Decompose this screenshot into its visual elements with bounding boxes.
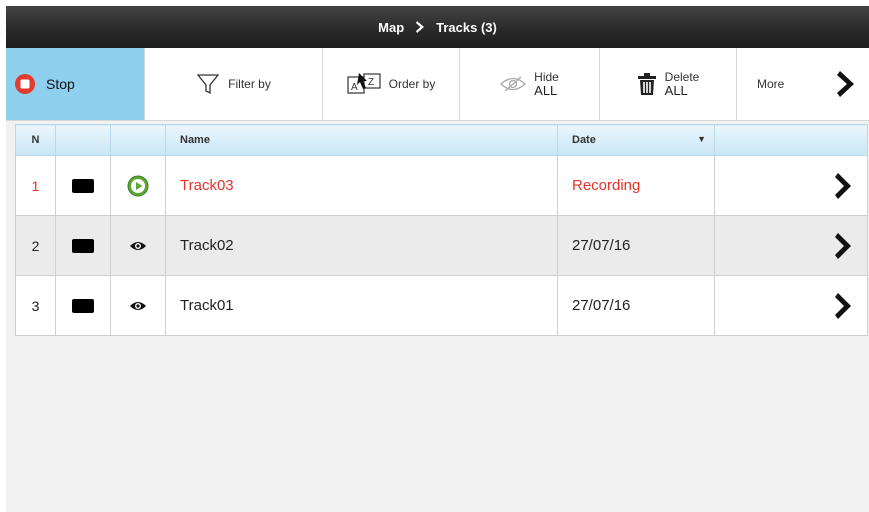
- tracks-table: N Name Date ▼ 1 Track03 Recording 2 Trac…: [15, 124, 868, 336]
- title-bar: Map Tracks (3): [6, 6, 869, 48]
- color-swatch[interactable]: [72, 299, 94, 314]
- eye-icon[interactable]: [129, 300, 147, 312]
- track-date: Recording: [557, 155, 715, 216]
- chevron-right-icon[interactable]: [835, 172, 853, 200]
- row-open-cell[interactable]: [714, 155, 868, 216]
- track-name: Track02: [165, 215, 558, 276]
- track-name: Track03: [165, 155, 558, 216]
- stop-button[interactable]: Stop: [6, 48, 145, 120]
- track-color-cell[interactable]: [55, 155, 111, 216]
- delete-all-button[interactable]: Delete ALL: [600, 48, 737, 120]
- row-open-cell[interactable]: [714, 275, 868, 336]
- stop-label: Stop: [46, 76, 75, 92]
- column-header-name[interactable]: Name: [165, 124, 558, 156]
- sort-desc-icon: ▼: [697, 134, 706, 144]
- track-date: 27/07/16: [557, 275, 715, 336]
- column-header-color: [55, 124, 111, 156]
- chevron-right-icon: [837, 71, 854, 97]
- breadcrumb-map[interactable]: Map: [378, 20, 404, 35]
- order-button[interactable]: A Z Order by: [323, 48, 460, 120]
- table-row[interactable]: 3 Track01 27/07/16: [15, 275, 868, 336]
- play-circle-icon[interactable]: [127, 175, 149, 197]
- delete-label-bottom: ALL: [664, 83, 688, 98]
- column-header-actions: [714, 124, 868, 156]
- sort-az-icon: A Z: [347, 73, 381, 94]
- tracks-table-container: N Name Date ▼ 1 Track03 Recording 2 Trac…: [15, 124, 868, 336]
- chevron-right-icon: [416, 21, 425, 33]
- color-swatch[interactable]: [72, 239, 94, 254]
- row-open-cell[interactable]: [714, 215, 868, 276]
- stop-record-icon: [15, 74, 35, 94]
- eye-hidden-icon: [500, 76, 527, 92]
- filter-label: Filter by: [228, 77, 271, 91]
- color-swatch[interactable]: [72, 179, 94, 194]
- table-row[interactable]: 1 Track03 Recording: [15, 155, 868, 216]
- chevron-right-icon[interactable]: [835, 232, 853, 260]
- column-header-date[interactable]: Date ▼: [557, 124, 715, 156]
- svg-text:Z: Z: [368, 77, 374, 88]
- trash-icon: [637, 73, 656, 95]
- more-button[interactable]: More: [737, 48, 869, 120]
- row-number: 2: [15, 215, 56, 276]
- track-date: 27/07/16: [557, 215, 715, 276]
- track-status-cell[interactable]: [110, 275, 166, 336]
- order-label: Order by: [388, 77, 436, 91]
- row-number: 3: [15, 275, 56, 336]
- funnel-icon: [196, 74, 220, 95]
- track-color-cell[interactable]: [55, 275, 111, 336]
- track-name: Track01: [165, 275, 558, 336]
- table-header-row: N Name Date ▼: [15, 124, 868, 156]
- chevron-right-icon[interactable]: [835, 292, 853, 320]
- table-row[interactable]: 2 Track02 27/07/16: [15, 215, 868, 276]
- hide-label-bottom: ALL: [534, 83, 558, 98]
- toolbar: Stop Filter by A Z Order by Hide ALL Del…: [6, 48, 869, 121]
- app-frame: Map Tracks (3) Stop Filter by A Z Order …: [6, 6, 869, 512]
- eye-icon[interactable]: [129, 240, 147, 252]
- filter-button[interactable]: Filter by: [145, 48, 323, 120]
- track-status-cell[interactable]: [110, 215, 166, 276]
- column-header-n[interactable]: N: [15, 124, 56, 156]
- track-status-cell[interactable]: [110, 155, 166, 216]
- more-label: More: [757, 77, 785, 91]
- breadcrumb-tracks: Tracks (3): [436, 19, 497, 35]
- svg-text:A: A: [351, 82, 358, 93]
- hide-all-button[interactable]: Hide ALL: [460, 48, 600, 120]
- row-number: 1: [15, 155, 56, 216]
- track-color-cell[interactable]: [55, 215, 111, 276]
- column-header-status: [110, 124, 166, 156]
